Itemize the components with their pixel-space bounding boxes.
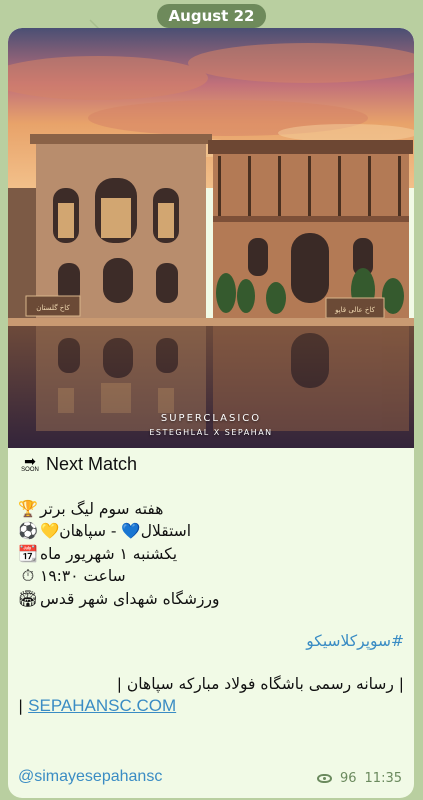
- view-count: 96: [339, 771, 357, 786]
- post-heading-text: Next Match: [46, 454, 138, 474]
- photo-watermark-title: SUPERCLASICO: [160, 413, 262, 424]
- message-time: 11:35: [364, 771, 402, 786]
- post-text: ➡ SOON Next Match 🏆 هفته سوم لیگ برتر ⚽ ا…: [8, 453, 414, 718]
- soccer-ball-icon: ⚽: [18, 521, 38, 540]
- stadium-icon: 🏟: [17, 588, 38, 608]
- photo-sign-right: کاخ عالی قاپو: [334, 306, 375, 314]
- message-meta: 96 11:35: [316, 771, 402, 786]
- detail-line: 🏆 هفته سوم لیگ برتر: [18, 498, 404, 521]
- detail-line: ⚽ استقلال💙 - سپاهان💛: [18, 520, 404, 543]
- soon-arrow-icon: ➡ SOON: [21, 453, 39, 474]
- message-bubble[interactable]: کاخ گلستان کاخ عالی قاپو SUPERCLASICO ES…: [8, 28, 414, 798]
- date-separator: August 22: [156, 4, 267, 28]
- footer-bar: |: [18, 697, 24, 715]
- post-photo[interactable]: کاخ گلستان کاخ عالی قاپو SUPERCLASICO ES…: [8, 28, 414, 448]
- trophy-icon: 🏆: [18, 498, 38, 518]
- views-eye-icon: [316, 774, 332, 783]
- footer-link-line: | SEPAHANSC.COM: [18, 695, 404, 718]
- footer-text: | رسانه رسمی باشگاه فولاد مبارکه سپاهان …: [116, 674, 404, 693]
- detail-line: ⏱ ساعت ۱۹:۳۰: [18, 565, 404, 588]
- post-heading: ➡ SOON Next Match: [18, 453, 404, 476]
- detail-line: 📆 یکشنبه ۱ شهریور ماه: [18, 543, 404, 566]
- detail-line: 🏟 ورزشگاه شهدای شهر قدس: [18, 588, 404, 611]
- channel-handle-link[interactable]: @simayesepahansc: [18, 768, 162, 786]
- photo-watermark-subtitle: ESTEGHLAL X SEPAHAN: [149, 428, 273, 437]
- match-details: 🏆 هفته سوم لیگ برتر ⚽ استقلال💙 - سپاهان💛…: [18, 498, 404, 718]
- hashtag-link[interactable]: #سوپرکلاسیکو: [18, 630, 404, 653]
- website-link[interactable]: SEPAHANSC.COM: [28, 696, 176, 715]
- stopwatch-icon: ⏱: [21, 566, 35, 585]
- calendar-icon: 📆: [18, 543, 38, 563]
- photo-sign-left: کاخ گلستان: [36, 303, 70, 312]
